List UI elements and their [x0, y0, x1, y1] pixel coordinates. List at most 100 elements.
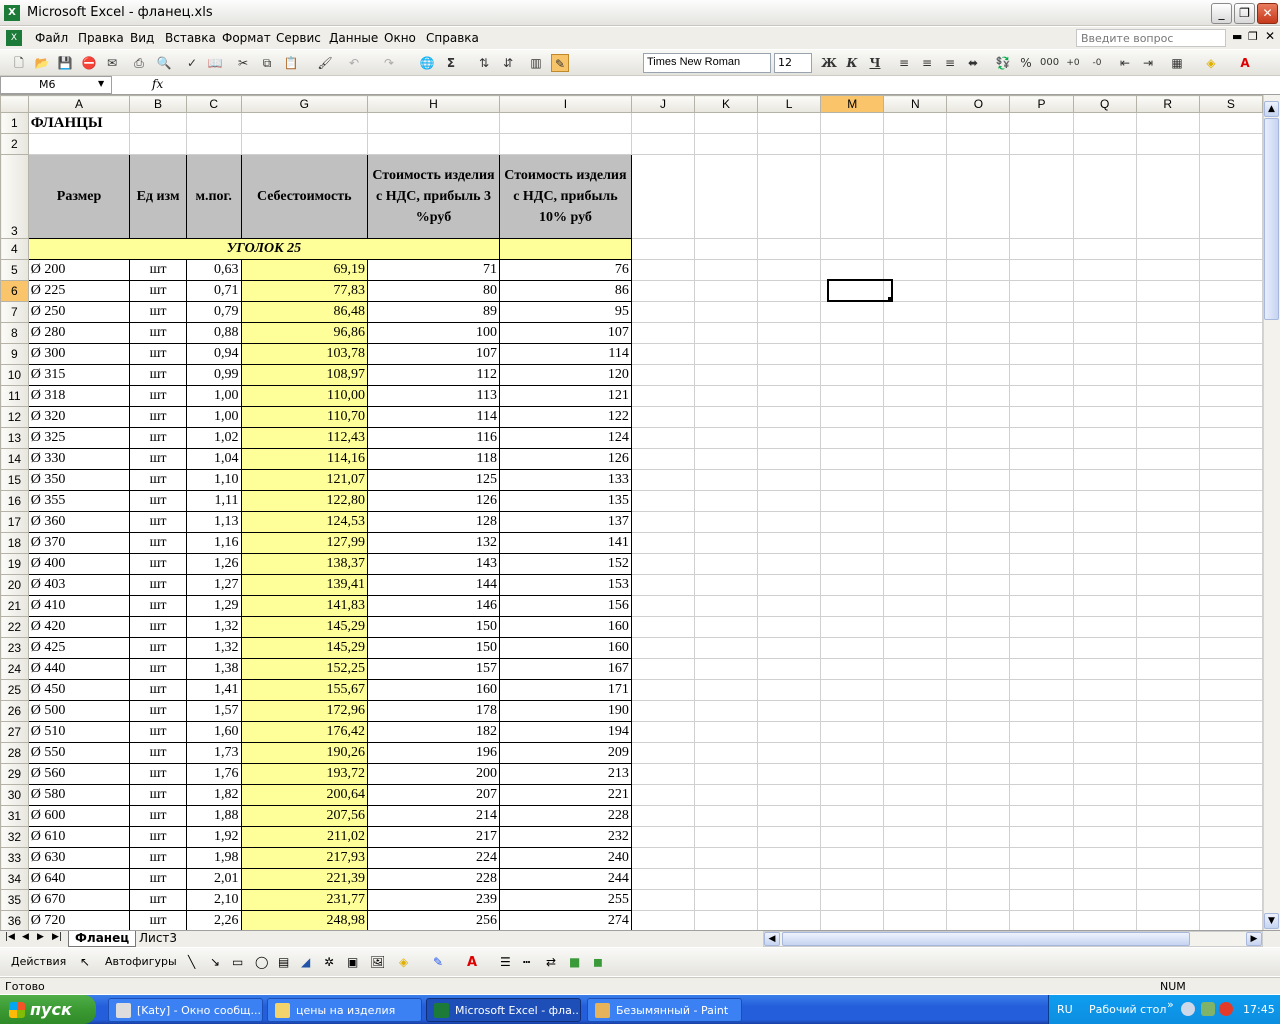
cell[interactable] — [820, 259, 885, 281]
cell[interactable] — [630, 301, 695, 323]
cell[interactable] — [820, 868, 885, 890]
currency-icon[interactable]: 💱 — [994, 54, 1012, 72]
cell[interactable] — [946, 301, 1011, 323]
cell[interactable] — [1009, 511, 1074, 533]
cell[interactable] — [1135, 343, 1200, 365]
cell[interactable] — [693, 343, 759, 365]
cost-cell[interactable]: 190,26 — [240, 742, 369, 764]
row-header[interactable]: 16 — [0, 490, 29, 512]
size-cell[interactable]: Ø 720 — [27, 910, 131, 930]
meters-cell[interactable]: 2,26 — [185, 910, 242, 930]
cell[interactable] — [757, 637, 822, 659]
cell[interactable] — [1198, 364, 1263, 386]
cell[interactable] — [693, 427, 759, 449]
cost-cell[interactable]: 110,70 — [240, 406, 369, 428]
row-header[interactable]: 24 — [0, 658, 29, 680]
col-header-h[interactable]: H — [367, 95, 500, 113]
unit-cell[interactable]: шт — [129, 448, 187, 470]
cell[interactable] — [1135, 847, 1200, 869]
row-header[interactable]: 35 — [0, 889, 29, 911]
scroll-right-arrow[interactable]: ▶ — [1246, 932, 1262, 946]
cell[interactable] — [820, 280, 885, 302]
row-header[interactable]: 17 — [0, 511, 29, 533]
cell[interactable] — [820, 910, 885, 930]
cell[interactable] — [630, 511, 695, 533]
cell[interactable] — [757, 238, 822, 260]
cell[interactable] — [820, 805, 885, 827]
cell[interactable] — [1198, 385, 1263, 407]
cell[interactable] — [1009, 532, 1074, 554]
cell[interactable] — [883, 637, 948, 659]
price3-cell[interactable]: 224 — [367, 847, 500, 869]
cost-cell[interactable]: 172,96 — [240, 700, 369, 722]
cell[interactable] — [1009, 322, 1074, 344]
meters-cell[interactable]: 1,27 — [185, 574, 242, 596]
cell[interactable] — [1072, 700, 1137, 722]
cell[interactable] — [1009, 490, 1074, 512]
cell[interactable] — [630, 238, 695, 260]
cell[interactable] — [1072, 511, 1137, 533]
cell[interactable] — [946, 910, 1011, 930]
cell[interactable] — [630, 595, 695, 617]
cell[interactable] — [820, 511, 885, 533]
line-color-icon[interactable]: ✎ — [433, 955, 443, 969]
price3-cell[interactable]: 71 — [367, 259, 500, 281]
cell[interactable] — [1198, 616, 1263, 638]
size-cell[interactable]: Ø 355 — [27, 490, 131, 512]
price10-cell[interactable]: 160 — [498, 637, 632, 659]
cell[interactable] — [693, 616, 759, 638]
row-header[interactable]: 7 — [0, 301, 29, 323]
cell[interactable] — [693, 385, 759, 407]
price3-cell[interactable]: 196 — [367, 742, 500, 764]
worksheet-grid[interactable]: A B C G H I J K L M N O P Q R S 1 ФЛАНЦЫ… — [0, 95, 1263, 930]
cell[interactable] — [1198, 784, 1263, 806]
row-header[interactable]: 3 — [0, 154, 29, 239]
col-header-l[interactable]: L — [757, 95, 822, 113]
cell[interactable] — [883, 763, 948, 785]
cell[interactable] — [630, 658, 695, 680]
cell[interactable] — [1072, 385, 1137, 407]
cell[interactable] — [1009, 448, 1074, 470]
meters-cell[interactable]: 1,29 — [185, 595, 242, 617]
borders-icon[interactable]: ▦ — [1168, 54, 1186, 72]
size-cell[interactable]: Ø 320 — [27, 406, 131, 428]
back-arrow-icon[interactable] — [1181, 1002, 1195, 1016]
format-painter-icon[interactable]: 🖌 — [316, 54, 334, 72]
cell[interactable] — [1135, 427, 1200, 449]
cell[interactable] — [693, 532, 759, 554]
cell[interactable] — [883, 868, 948, 890]
task-excel[interactable]: Microsoft Excel - фла... — [426, 998, 581, 1022]
cell[interactable] — [883, 406, 948, 428]
doc-minimize-icon[interactable]: ▬ — [1232, 30, 1242, 43]
unit-cell[interactable]: шт — [129, 910, 187, 930]
cell[interactable] — [946, 658, 1011, 680]
cell[interactable] — [820, 112, 885, 134]
row-header[interactable]: 23 — [0, 637, 29, 659]
cell[interactable] — [757, 868, 822, 890]
cell[interactable] — [367, 112, 500, 134]
cell[interactable] — [1135, 910, 1200, 930]
cell[interactable] — [946, 532, 1011, 554]
meters-cell[interactable]: 0,71 — [185, 280, 242, 302]
cell[interactable] — [946, 364, 1011, 386]
meters-cell[interactable]: 1,04 — [185, 448, 242, 470]
increase-decimal-icon[interactable]: +0 — [1064, 54, 1082, 72]
row-header[interactable]: 30 — [0, 784, 29, 806]
last-sheet-icon[interactable]: ▶| — [52, 932, 62, 942]
cell[interactable] — [1072, 112, 1137, 134]
meters-cell[interactable]: 1,60 — [185, 721, 242, 743]
cell[interactable] — [630, 553, 695, 575]
unit-cell[interactable]: шт — [129, 658, 187, 680]
cell[interactable] — [693, 553, 759, 575]
dash-style-icon[interactable]: ┅ — [523, 955, 530, 969]
cell[interactable] — [946, 112, 1011, 134]
name-box[interactable]: M6 — [0, 76, 112, 94]
size-cell[interactable]: Ø 403 — [27, 574, 131, 596]
size-cell[interactable]: Ø 580 — [27, 784, 131, 806]
cell[interactable] — [1009, 784, 1074, 806]
size-cell[interactable]: Ø 550 — [27, 742, 131, 764]
row-header[interactable]: 15 — [0, 469, 29, 491]
col-header-g[interactable]: G — [240, 95, 369, 113]
cell[interactable] — [820, 700, 885, 722]
price3-cell[interactable]: 200 — [367, 763, 500, 785]
